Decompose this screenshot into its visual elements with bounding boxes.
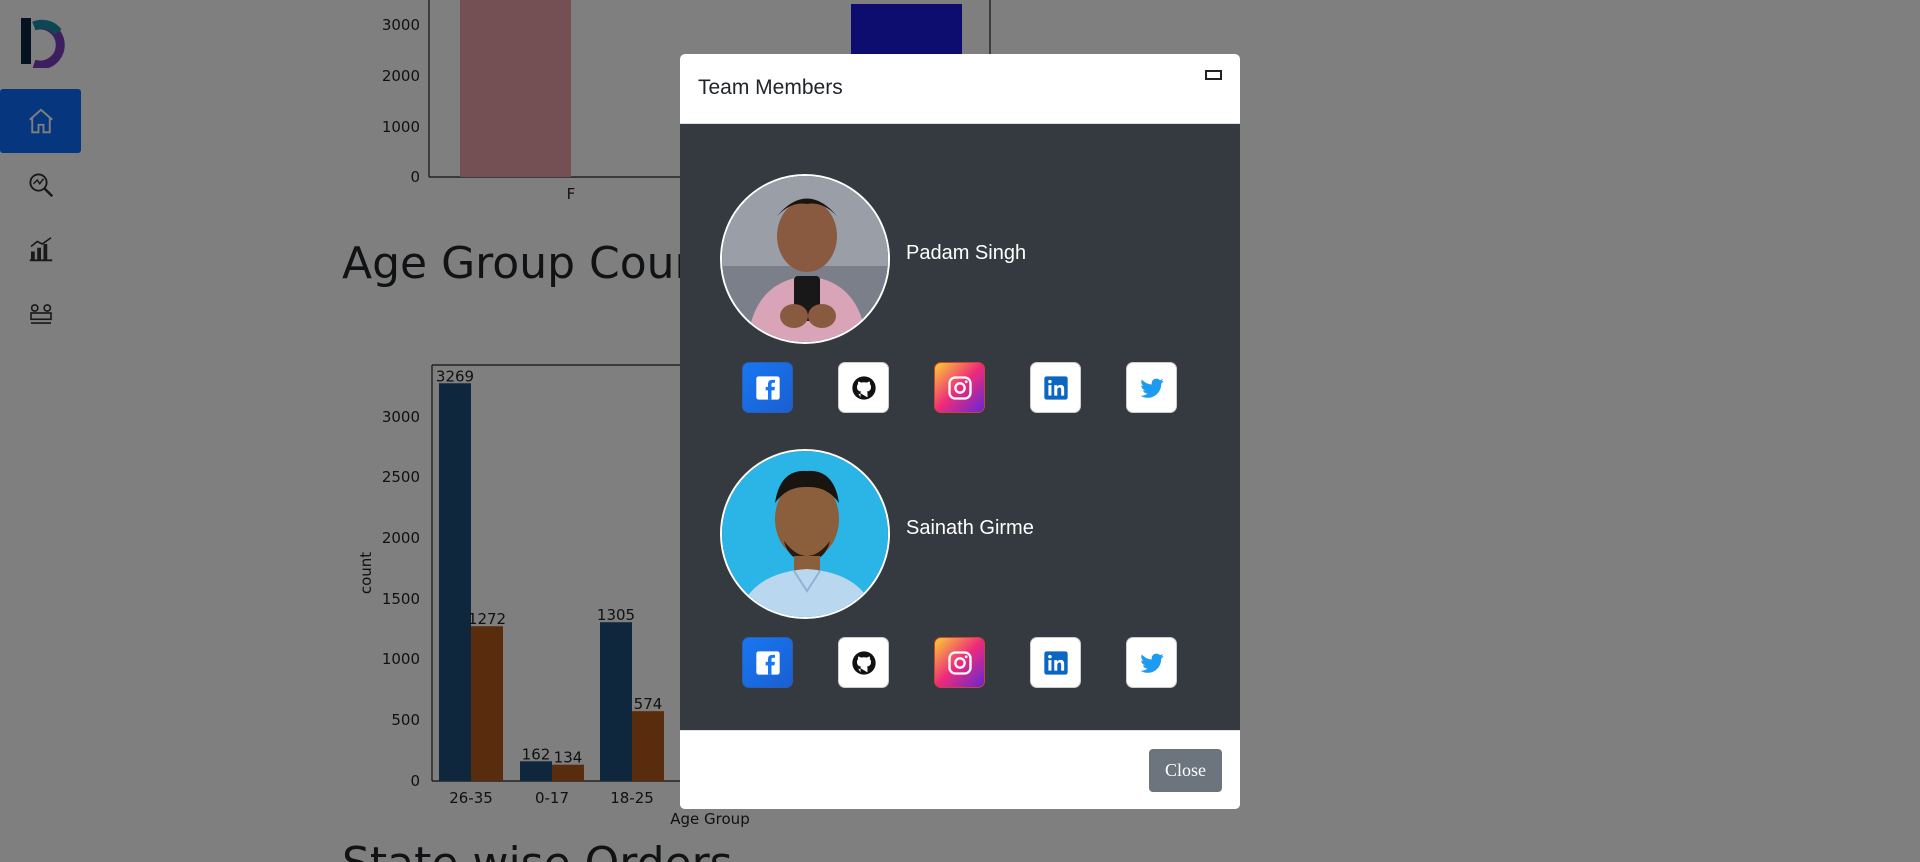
close-button[interactable]: Close	[1149, 749, 1222, 792]
minimize-button[interactable]	[1205, 70, 1222, 80]
facebook-link[interactable]	[742, 362, 793, 413]
modal-footer: Close	[680, 730, 1240, 809]
facebook-icon	[755, 650, 780, 675]
modal-body: Padam Singh Sainath Girme	[680, 124, 1240, 730]
linkedin-icon	[1043, 375, 1068, 400]
linkedin-icon	[1043, 650, 1068, 675]
linkedin-link[interactable]	[1030, 637, 1081, 688]
instagram-icon	[947, 650, 972, 675]
twitter-icon	[1139, 378, 1164, 398]
avatar	[720, 449, 890, 619]
facebook-link[interactable]	[742, 637, 793, 688]
team-members-modal: Team Members Padam Singh Sainath Girme C…	[680, 54, 1240, 809]
github-link[interactable]	[838, 637, 889, 688]
member-name: Padam Singh	[906, 242, 1027, 264]
github-icon	[851, 375, 876, 400]
github-link[interactable]	[838, 362, 889, 413]
twitter-icon	[1139, 653, 1164, 673]
github-icon	[851, 650, 876, 675]
instagram-icon	[947, 375, 972, 400]
instagram-link[interactable]	[934, 362, 985, 413]
social-links	[742, 637, 1177, 688]
facebook-icon	[755, 375, 780, 400]
instagram-link[interactable]	[934, 637, 985, 688]
member-name: Sainath Girme	[906, 517, 1034, 539]
twitter-link[interactable]	[1126, 362, 1177, 413]
linkedin-link[interactable]	[1030, 362, 1081, 413]
modal-title: Team Members	[698, 76, 843, 99]
social-links	[742, 362, 1177, 413]
avatar	[720, 174, 890, 344]
modal-header: Team Members	[680, 54, 1240, 124]
twitter-link[interactable]	[1126, 637, 1177, 688]
